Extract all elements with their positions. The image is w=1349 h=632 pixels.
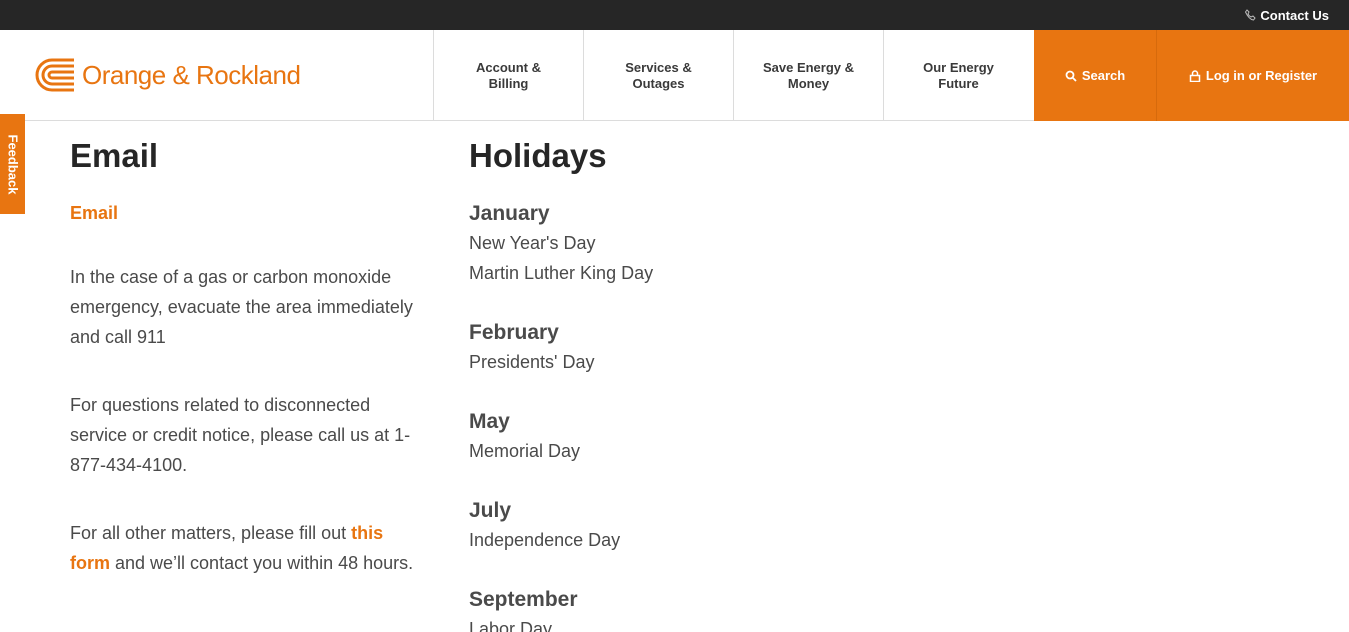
- logo[interactable]: Orange & Rockland: [34, 56, 301, 94]
- contact-us-link[interactable]: Contact Us: [1244, 0, 1329, 30]
- holiday-item: Memorial Day: [469, 441, 581, 461]
- nav-services-outages[interactable]: Services & Outages: [583, 30, 733, 121]
- holidays-section: Holidays January New Year's Day Martin L…: [469, 121, 869, 632]
- nav-label-line2: Future: [938, 75, 979, 91]
- site-header: Orange & Rockland Account & Billing Servi…: [0, 30, 1349, 121]
- orange-rockland-logo-icon: [35, 58, 74, 92]
- month-name: January: [469, 202, 550, 225]
- nav-save-energy-money[interactable]: Save Energy & Money: [733, 30, 883, 121]
- nav-label-line1: Services &: [625, 59, 692, 75]
- emergency-notice: In the case of a gas or carbon monoxide …: [70, 267, 413, 347]
- month-group: September Labor Day: [469, 586, 869, 632]
- month-group: May Memorial Day: [469, 408, 869, 466]
- month-group: July Independence Day: [469, 497, 869, 555]
- email-link[interactable]: Email: [70, 200, 420, 226]
- nav-label-line2: Outages: [632, 75, 685, 91]
- month-name: July: [469, 499, 512, 522]
- nav-label-line1: Our Energy: [923, 59, 994, 75]
- phone-icon: [1245, 9, 1257, 21]
- holiday-item: New Year's Day: [469, 233, 596, 253]
- utility-bar: Contact Us: [0, 0, 1349, 30]
- disconnect-notice: For questions related to disconnected se…: [70, 395, 411, 475]
- holiday-item: Martin Luther King Day: [469, 263, 654, 283]
- holidays-section-title: Holidays: [469, 137, 607, 174]
- nav-label-line1: Account &: [476, 59, 541, 75]
- search-label: Search: [1081, 68, 1126, 83]
- holiday-item: Presidents' Day: [469, 352, 595, 372]
- login-register-button[interactable]: Log in or Register: [1156, 30, 1349, 121]
- nav-label-line2: Billing: [488, 75, 529, 91]
- login-label: Log in or Register: [1205, 68, 1318, 83]
- nav-label-line2: Money: [787, 75, 830, 91]
- lock-icon: [1189, 69, 1201, 82]
- search-icon: [1065, 70, 1077, 82]
- main-nav: Account & Billing Services & Outages Save …: [433, 30, 1033, 121]
- email-section: Email Email In the case of a gas or carb…: [70, 121, 420, 578]
- month-name: February: [469, 321, 559, 344]
- nav-label-line1: Save Energy &: [762, 59, 855, 75]
- nav-account-billing[interactable]: Account & Billing: [433, 30, 583, 121]
- month-group: January New Year's Day Martin Luther Kin…: [469, 200, 869, 288]
- nav-our-energy-future[interactable]: Our Energy Future: [883, 30, 1033, 121]
- other-matters-notice: For all other matters, please fill out t…: [70, 518, 420, 578]
- feedback-tab[interactable]: Feedback: [0, 114, 25, 214]
- search-button[interactable]: Search: [1034, 30, 1156, 121]
- month-group: February Presidents' Day: [469, 319, 869, 377]
- holiday-item: Labor Day: [469, 619, 553, 632]
- logo-text: Orange & Rockland: [82, 59, 301, 90]
- feedback-label: Feedback: [5, 134, 21, 194]
- email-section-title: Email: [70, 137, 159, 174]
- holiday-item: Independence Day: [469, 530, 621, 550]
- other-matters-prefix: For all other matters, please fill out: [70, 523, 352, 543]
- month-name: May: [469, 410, 510, 433]
- other-matters-suffix: and we’ll contact you within 48 hours.: [110, 553, 414, 573]
- month-name: September: [469, 588, 578, 611]
- contact-us-label: Contact Us: [1260, 7, 1329, 23]
